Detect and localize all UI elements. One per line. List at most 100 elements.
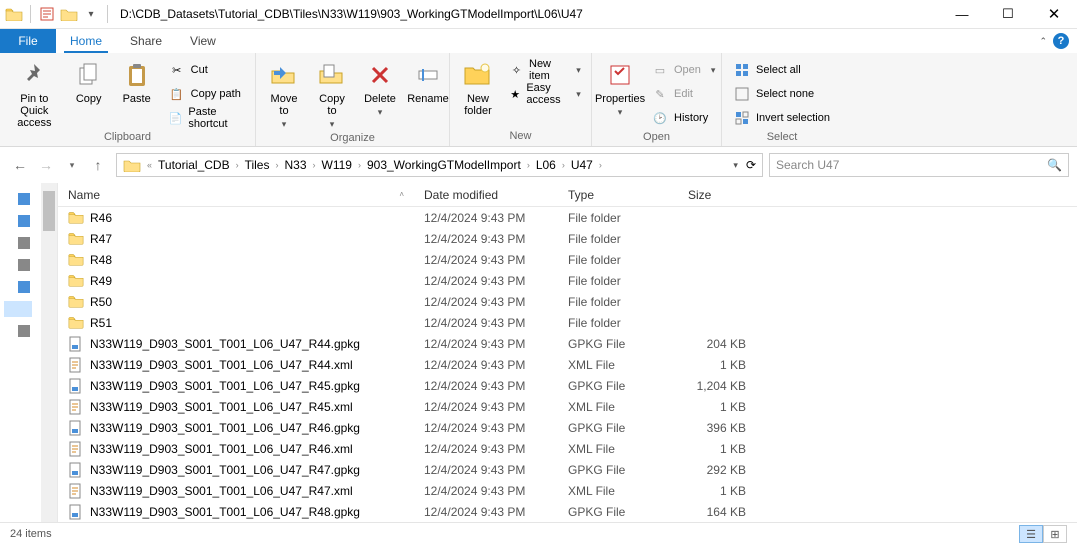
breadcrumb[interactable]: Tiles (241, 158, 274, 172)
nav-item-selected[interactable] (4, 301, 34, 317)
table-row[interactable]: N33W119_D903_S001_T001_L06_U47_R48.gpkg 1… (58, 501, 1077, 522)
pin-quick-access-button[interactable]: Pin to Quick access (4, 57, 65, 131)
file-date: 12/4/2024 9:43 PM (414, 295, 558, 309)
invert-selection-button[interactable]: Invert selection (730, 107, 834, 129)
folder-icon (68, 252, 84, 268)
move-to-button[interactable]: Move to ▾ (260, 57, 308, 132)
paste-button[interactable]: Paste (113, 57, 161, 107)
table-row[interactable]: R5112/4/2024 9:43 PMFile folder (58, 312, 1077, 333)
select-all-button[interactable]: Select all (730, 59, 834, 81)
column-type[interactable]: Type (558, 188, 678, 202)
chevron-right-icon[interactable]: › (234, 160, 241, 170)
rename-button[interactable]: Rename (404, 57, 452, 107)
table-row[interactable]: N33W119_D903_S001_T001_L06_U47_R46.gpkg1… (58, 417, 1077, 438)
tab-view[interactable]: View (176, 29, 230, 53)
open-button[interactable]: ▭Open▾ (648, 59, 719, 81)
edit-button[interactable]: ✎Edit (648, 83, 719, 105)
address-dropdown-icon[interactable]: ▾ (733, 160, 738, 171)
navigation-pane[interactable] (0, 183, 58, 522)
breadcrumb[interactable]: Tutorial_CDB (154, 158, 234, 172)
file-date: 12/4/2024 9:43 PM (414, 232, 558, 246)
nav-item[interactable] (4, 191, 34, 207)
chevron-right-icon[interactable]: › (356, 160, 363, 170)
invert-label: Invert selection (756, 112, 830, 124)
column-name[interactable]: Name˄ (58, 188, 414, 202)
icons-view-button[interactable]: ⊞ (1043, 525, 1067, 543)
chevron-right-icon[interactable]: › (273, 160, 280, 170)
paste-shortcut-button[interactable]: 📄Paste shortcut (165, 107, 247, 129)
file-date: 12/4/2024 9:43 PM (414, 211, 558, 225)
table-row[interactable]: N33W119_D903_S001_T001_L06_U47_R45.xml12… (58, 396, 1077, 417)
properties-button[interactable]: Properties ▾ (596, 57, 644, 120)
tab-file[interactable]: File (0, 29, 56, 53)
file-date: 12/4/2024 9:43 PM (414, 505, 558, 519)
easy-access-button[interactable]: ★Easy access▾ (506, 83, 585, 105)
nav-item[interactable] (4, 213, 34, 229)
delete-icon (364, 59, 396, 91)
qat-customize-icon[interactable]: ▾ (81, 4, 101, 24)
tab-home[interactable]: Home (56, 29, 116, 53)
back-button[interactable]: ← (8, 153, 32, 177)
copy-to-button[interactable]: Copy to ▾ (308, 57, 356, 132)
search-input[interactable]: Search U47 🔍 (769, 153, 1069, 177)
copy-button[interactable]: Copy (65, 57, 113, 107)
breadcrumb[interactable]: U47 (567, 158, 597, 172)
help-icon[interactable]: ? (1053, 33, 1069, 49)
table-row[interactable]: N33W119_D903_S001_T001_L06_U47_R46.xml12… (58, 438, 1077, 459)
qat-newfolder-icon[interactable] (59, 4, 79, 24)
table-row[interactable]: N33W119_D903_S001_T001_L06_U47_R44.xml12… (58, 354, 1077, 375)
nav-item[interactable] (4, 235, 34, 251)
up-button[interactable]: ↑ (86, 153, 110, 177)
select-none-button[interactable]: Select none (730, 83, 834, 105)
table-row[interactable]: N33W119_D903_S001_T001_L06_U47_R44.gpkg1… (58, 333, 1077, 354)
forward-button[interactable]: → (34, 153, 58, 177)
tab-share[interactable]: Share (116, 29, 176, 53)
table-row[interactable]: R4912/4/2024 9:43 PMFile folder (58, 270, 1077, 291)
nav-item[interactable] (4, 257, 34, 273)
chevron-right-icon[interactable]: › (560, 160, 567, 170)
breadcrumb[interactable]: W119 (318, 158, 356, 172)
chevron-right-icon[interactable]: › (597, 160, 604, 170)
file-name: R46 (90, 211, 112, 225)
chevron-right-icon[interactable]: « (145, 160, 154, 170)
table-row[interactable]: N33W119_D903_S001_T001_L06_U47_R45.gpkg1… (58, 375, 1077, 396)
minimize-button[interactable]: — (939, 0, 985, 29)
file-name: N33W119_D903_S001_T001_L06_U47_R48.gpkg (90, 505, 360, 519)
collapse-ribbon-icon[interactable]: ⌃ (1039, 36, 1047, 47)
delete-button[interactable]: Delete ▾ (356, 57, 404, 120)
column-date[interactable]: Date modified (414, 188, 558, 202)
file-date: 12/4/2024 9:43 PM (414, 316, 558, 330)
file-name: R47 (90, 232, 112, 246)
maximize-button[interactable]: ☐ (985, 0, 1031, 29)
breadcrumb[interactable]: L06 (532, 158, 560, 172)
new-folder-button[interactable]: New folder (454, 57, 502, 119)
chevron-right-icon[interactable]: › (311, 160, 318, 170)
new-item-button[interactable]: ✧New item▾ (506, 59, 585, 81)
recent-button[interactable]: ▾ (60, 153, 84, 177)
table-row[interactable]: R4812/4/2024 9:43 PMFile folder (58, 249, 1077, 270)
folder-icon (68, 231, 84, 247)
chevron-right-icon[interactable]: › (525, 160, 532, 170)
refresh-icon[interactable]: ⟳ (746, 158, 756, 172)
copy-path-button[interactable]: 📋Copy path (165, 83, 247, 105)
breadcrumb[interactable]: N33 (280, 158, 310, 172)
nav-item[interactable] (4, 279, 34, 295)
nav-scrollbar[interactable] (41, 183, 57, 522)
history-button[interactable]: 🕑History (648, 107, 719, 129)
nav-item[interactable] (4, 323, 34, 339)
breadcrumb[interactable]: 903_WorkingGTModelImport (363, 158, 525, 172)
sort-indicator-icon: ˄ (399, 190, 404, 199)
qat-properties-icon[interactable] (37, 4, 57, 24)
details-view-button[interactable]: ☰ (1019, 525, 1043, 543)
column-size[interactable]: Size (678, 188, 756, 202)
table-row[interactable]: R5012/4/2024 9:43 PMFile folder (58, 291, 1077, 312)
table-row[interactable]: N33W119_D903_S001_T001_L06_U47_R47.gpkg1… (58, 459, 1077, 480)
table-row[interactable]: R4712/4/2024 9:43 PMFile folder (58, 228, 1077, 249)
file-type: GPKG File (558, 505, 678, 519)
table-row[interactable]: R4612/4/2024 9:43 PMFile folder (58, 207, 1077, 228)
close-button[interactable]: ✕ (1031, 0, 1077, 29)
group-open-label: Open (592, 131, 721, 146)
cut-button[interactable]: ✂Cut (165, 59, 247, 81)
address-box[interactable]: « Tutorial_CDB› Tiles› N33› W119› 903_Wo… (116, 153, 763, 177)
table-row[interactable]: N33W119_D903_S001_T001_L06_U47_R47.xml12… (58, 480, 1077, 501)
